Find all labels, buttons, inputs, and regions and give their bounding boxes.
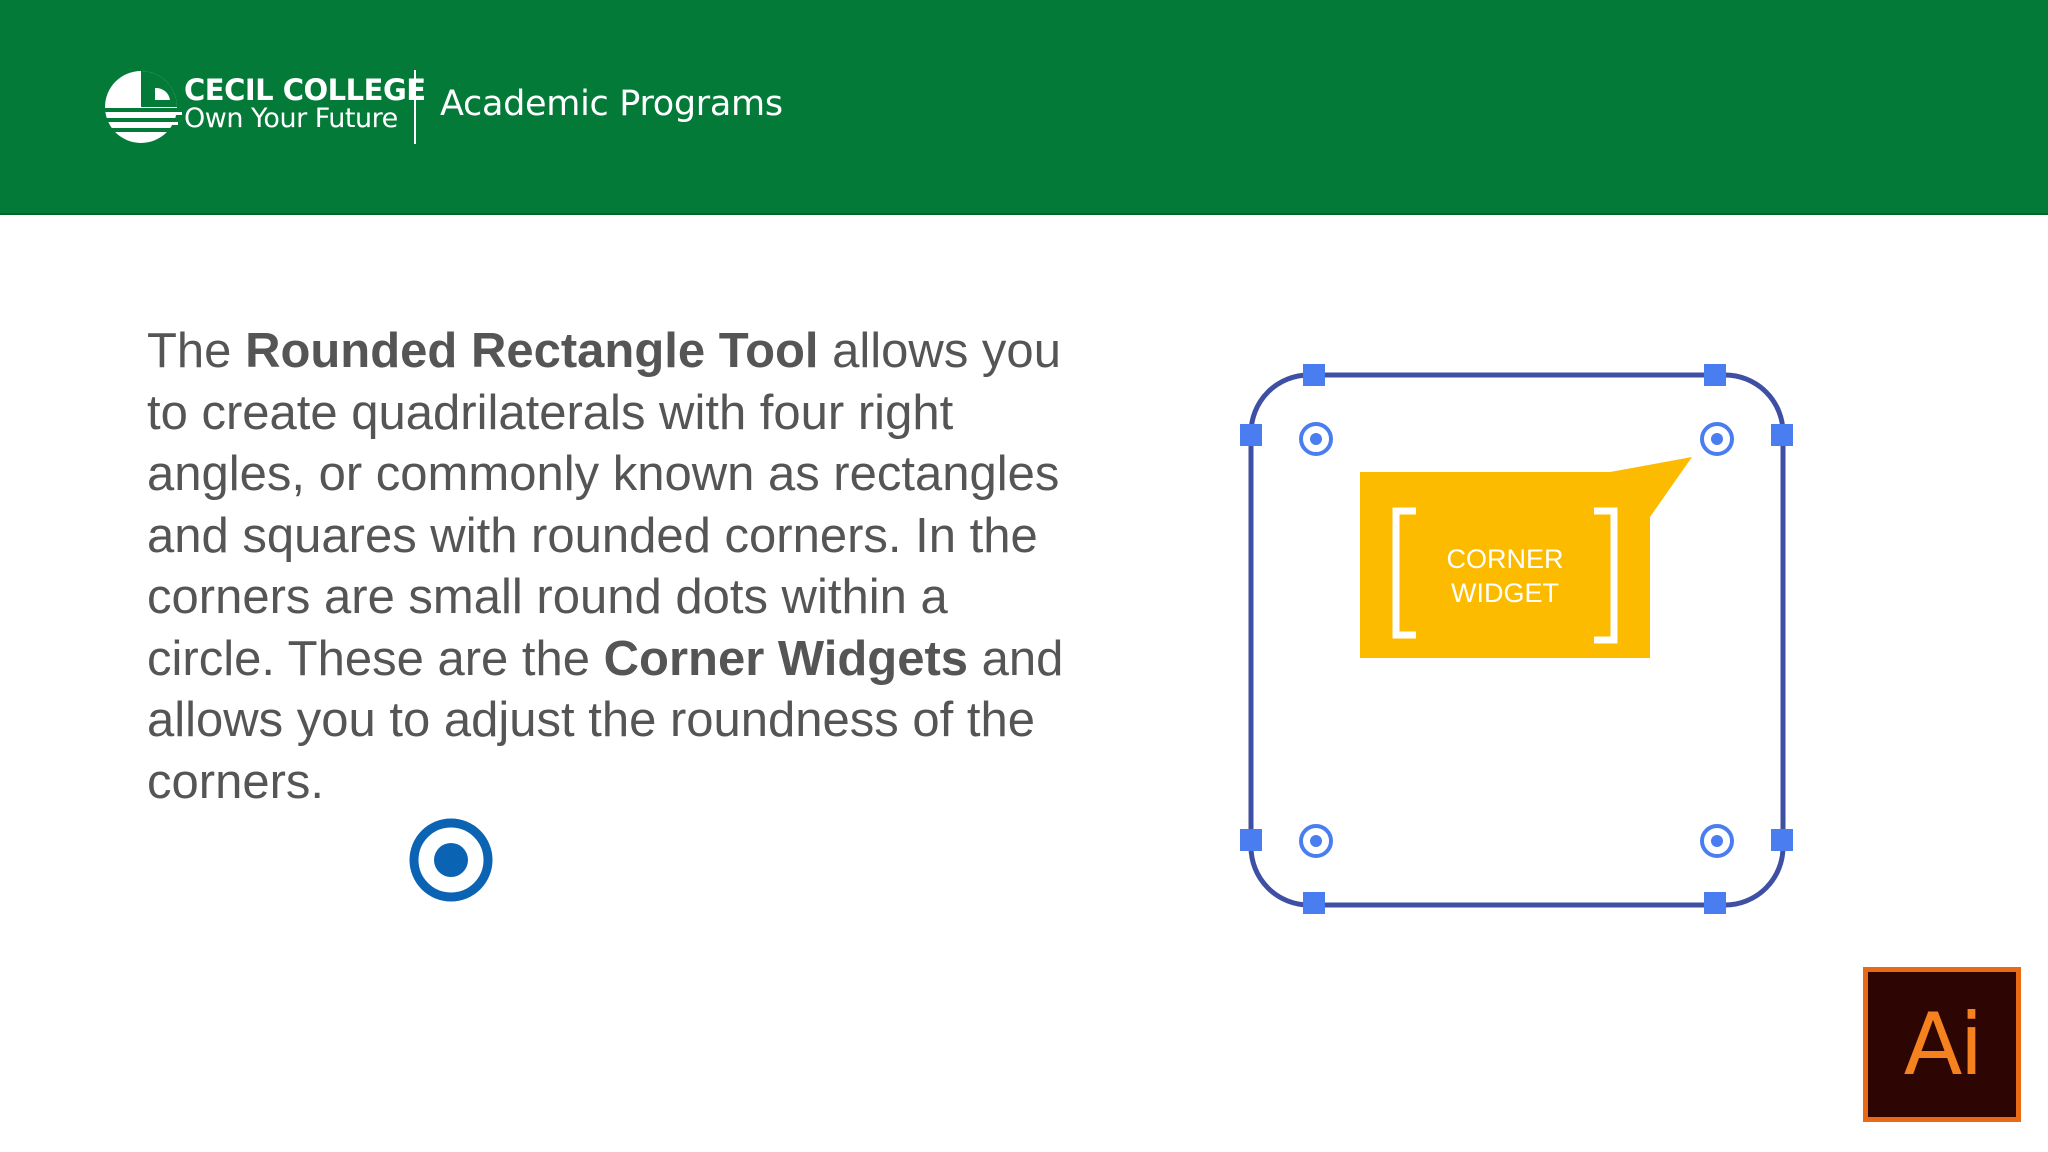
corner-widget-label: CORNER WIDGET	[1360, 542, 1650, 610]
callout-line: CORNER	[1446, 544, 1564, 574]
body-line: corners are small round dots within a	[147, 570, 948, 624]
corner-widget-example-icon	[409, 818, 493, 902]
body-line: allows you to adjust the roundness of th…	[147, 693, 1036, 747]
program-title: Academic Programs	[440, 84, 783, 124]
callout-line: WIDGET	[1451, 578, 1559, 608]
corner-widget-icon	[1700, 422, 1734, 456]
corner-widget-icon	[1299, 824, 1333, 858]
college-tagline: Own Your Future	[184, 103, 398, 134]
body-line: angles, or commonly known as rectangles	[147, 447, 1060, 501]
rounded-rectangle-illustration	[1240, 364, 1793, 914]
adobe-illustrator-icon: Ai	[1863, 967, 2021, 1122]
header-banner: CECIL COLLEGE Own Your Future Academic P…	[0, 0, 2048, 215]
college-name: CECIL COLLEGE	[184, 73, 426, 107]
body-line: circle. These are the Corner Widgets and	[147, 631, 1064, 686]
college-logo-icon	[100, 71, 182, 143]
slide-body-text: The Rounded Rectangle Tool allows you to…	[147, 321, 1147, 813]
header-divider	[414, 70, 416, 144]
body-line: corners.	[147, 754, 325, 809]
corner-widget-icon	[1700, 824, 1734, 858]
corner-widget-icon	[1299, 422, 1333, 456]
app-badge-text: Ai	[1903, 994, 1984, 1095]
body-line: to create quadrilaterals with four right	[147, 385, 954, 440]
body-line: and squares with rounded corners. In the	[147, 508, 1038, 563]
body-line: The Rounded Rectangle Tool allows you	[147, 324, 1061, 378]
